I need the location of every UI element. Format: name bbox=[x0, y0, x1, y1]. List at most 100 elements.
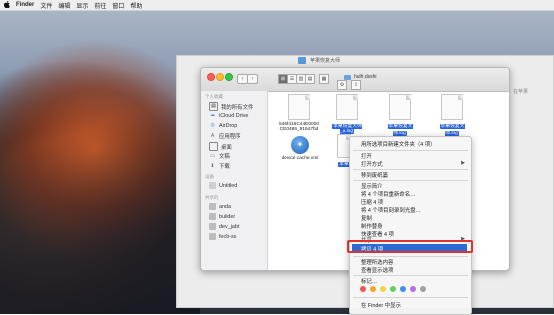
computer-icon bbox=[209, 233, 216, 240]
tag-yellow-icon[interactable] bbox=[380, 286, 386, 292]
tag-blue-icon[interactable] bbox=[400, 286, 406, 292]
sidebar-item-shared[interactable]: fecb-ss bbox=[209, 233, 236, 240]
app-logo-icon bbox=[298, 57, 306, 64]
menu-edit[interactable]: 编辑 bbox=[58, 1, 70, 10]
sidebar-item-downloads[interactable]: ⬇ 下载 bbox=[209, 162, 230, 171]
menu-item-move-to-trash[interactable]: 移到废纸篓 bbox=[361, 171, 388, 179]
cloud-icon: ☁ bbox=[210, 112, 215, 118]
sidebar-item-label: builder bbox=[219, 213, 236, 220]
sidebar-item-label: 文稿 bbox=[219, 154, 230, 160]
sidebar-item-label: 我的所有文件 bbox=[221, 104, 254, 111]
sidebar-item-shared[interactable]: anda bbox=[209, 203, 231, 210]
menu-item-open-with[interactable]: 打开方式 bbox=[361, 160, 383, 168]
menu-item-duplicate[interactable]: 复制 bbox=[361, 214, 372, 222]
menu-window[interactable]: 窗口 bbox=[112, 1, 124, 10]
sidebar-item-label: anda bbox=[219, 203, 231, 210]
annotation-highlight-box bbox=[347, 240, 473, 253]
background-window-title: 苹果恢复大师 bbox=[310, 58, 341, 64]
menu-help[interactable]: 帮助 bbox=[130, 1, 142, 10]
menu-separator bbox=[353, 297, 468, 298]
file-name: 546f416C44E0000 CE0486_91647bd bbox=[278, 122, 319, 132]
applications-icon: A bbox=[210, 132, 215, 139]
menu-item-make-alias[interactable]: 制作替身 bbox=[361, 222, 383, 230]
file-name: 苹果恢复大师.log bbox=[387, 124, 413, 136]
background-side-label: 在苹果 bbox=[513, 89, 529, 95]
menu-separator bbox=[353, 275, 468, 276]
sidebar-item-shared[interactable]: dev_jabt bbox=[209, 223, 239, 230]
sidebar-item-label: AirDrop bbox=[219, 122, 238, 129]
menu-item-clean-up-selection[interactable]: 整理所选内容 bbox=[361, 258, 393, 266]
airdrop-icon: ◎ bbox=[210, 122, 215, 128]
sidebar-item-label: iCloud Drive bbox=[219, 112, 249, 119]
sidebar-item-label: 下载 bbox=[219, 164, 230, 170]
sidebar-section-favorites: 个人收藏 bbox=[205, 94, 223, 99]
path-folder-label: hulh.dsshi bbox=[354, 74, 377, 80]
tag-gray-icon[interactable] bbox=[420, 286, 426, 292]
file-item[interactable]: 苹果恢复大师.log bbox=[433, 94, 471, 136]
tag-orange-icon[interactable] bbox=[370, 286, 376, 292]
file-item[interactable]: 苹果恢复大师_a.log bbox=[328, 94, 366, 134]
menu-bar: Finder 文件 编辑 显示 前往 窗口 帮助 bbox=[0, 0, 554, 11]
log-file-icon bbox=[389, 94, 411, 120]
computer-icon bbox=[209, 203, 216, 210]
sidebar-item-desktop[interactable]: 桌面 bbox=[209, 142, 232, 151]
log-file-icon bbox=[336, 94, 358, 120]
sidebar-item-applications[interactable]: A 应用程序 bbox=[209, 132, 241, 141]
sidebar-item-label: Untitled bbox=[219, 182, 238, 189]
menu-view[interactable]: 显示 bbox=[76, 1, 88, 10]
forward-button[interactable]: › bbox=[247, 74, 258, 84]
documents-icon: ▭ bbox=[210, 152, 215, 159]
sidebar-item-airdrop[interactable]: ◎ AirDrop bbox=[209, 122, 237, 129]
menu-item-show-view-options[interactable]: 查看显示选项 bbox=[361, 266, 393, 274]
menu-separator bbox=[353, 256, 468, 257]
menu-item-new-folder-with-selection[interactable]: 用所选项目新建文件夹（4 项） bbox=[361, 140, 436, 148]
menu-item-rename[interactable]: 将 4 个项目重新命名… bbox=[361, 190, 416, 198]
disk-icon bbox=[209, 182, 216, 189]
sidebar-item-documents[interactable]: ▭ 文稿 bbox=[209, 152, 230, 161]
menu-go[interactable]: 前往 bbox=[94, 1, 106, 10]
sidebar-item-shared[interactable]: builder bbox=[209, 213, 235, 220]
tag-green-icon[interactable] bbox=[390, 286, 396, 292]
file-name: 苹果恢复大师.log bbox=[439, 124, 465, 136]
sidebar-section-shared: 共享的 bbox=[205, 195, 219, 200]
menu-file[interactable]: 文件 bbox=[40, 1, 52, 10]
xml-file-icon: ✦ bbox=[291, 136, 309, 154]
apple-menu-icon[interactable] bbox=[3, 0, 10, 10]
sidebar-item-label: fecb-ss bbox=[219, 233, 237, 240]
path-folder: hulh.dsshi bbox=[344, 73, 434, 81]
all-files-icon: ▤ bbox=[209, 102, 218, 111]
downloads-icon: ⬇ bbox=[210, 162, 215, 169]
tag-purple-icon[interactable] bbox=[410, 286, 416, 292]
menu-item-get-info[interactable]: 显示简介 bbox=[361, 182, 383, 190]
desktop-icon bbox=[209, 142, 218, 151]
menu-separator bbox=[353, 180, 468, 181]
menu-finder[interactable]: Finder bbox=[16, 2, 34, 8]
finder-toolbar: ‹ › ⊞ ☰ ▥ ▤ ▦ ⚙ ⇪ hulh.dsshi bbox=[201, 68, 509, 92]
file-name: 苹果恢复大师_a.log bbox=[332, 124, 362, 134]
sidebar-item-label: 桌面 bbox=[221, 144, 232, 151]
file-item[interactable]: 546f416C44E0000 CE0486_91647bd bbox=[274, 94, 324, 132]
tag-red-icon[interactable] bbox=[360, 286, 366, 292]
file-item[interactable]: ✦ device.cache.xml bbox=[279, 136, 321, 161]
close-window-button[interactable] bbox=[207, 73, 215, 81]
sidebar-item-untitled[interactable]: Untitled bbox=[209, 182, 237, 189]
sidebar-item-label: 应用程序 bbox=[219, 134, 241, 140]
menu-item-compress[interactable]: 压缩 4 项 bbox=[361, 198, 383, 206]
menu-item-open[interactable]: 打开 bbox=[361, 152, 372, 160]
coverflow-view-button[interactable]: ▤ bbox=[305, 74, 315, 84]
sidebar-item-icloud[interactable]: ☁ iCloud Drive bbox=[209, 112, 248, 119]
arrange-button[interactable]: ▦ bbox=[319, 74, 329, 84]
document-icon bbox=[288, 94, 310, 120]
zoom-window-button[interactable] bbox=[225, 73, 233, 81]
minimize-window-button[interactable] bbox=[216, 73, 224, 81]
action-gear-button[interactable]: ⚙ bbox=[337, 80, 347, 90]
menu-item-burn[interactable]: 将 4 个项目刻录到光盘… bbox=[361, 206, 421, 214]
sidebar-item-label: dev_jabt bbox=[219, 223, 240, 230]
sidebar-item-all-files[interactable]: ▤ 我的所有文件 bbox=[209, 102, 253, 111]
menu-item-reveal-in-finder[interactable]: 在 Finder 中显示 bbox=[361, 301, 401, 309]
wallpaper-cliff bbox=[0, 40, 200, 314]
file-name: device.cache.xml bbox=[281, 156, 319, 161]
menu-item-tags[interactable]: 标记… bbox=[361, 277, 377, 285]
share-button[interactable]: ⇪ bbox=[351, 80, 361, 90]
file-item[interactable]: 苹果恢复大师.log bbox=[381, 94, 419, 136]
